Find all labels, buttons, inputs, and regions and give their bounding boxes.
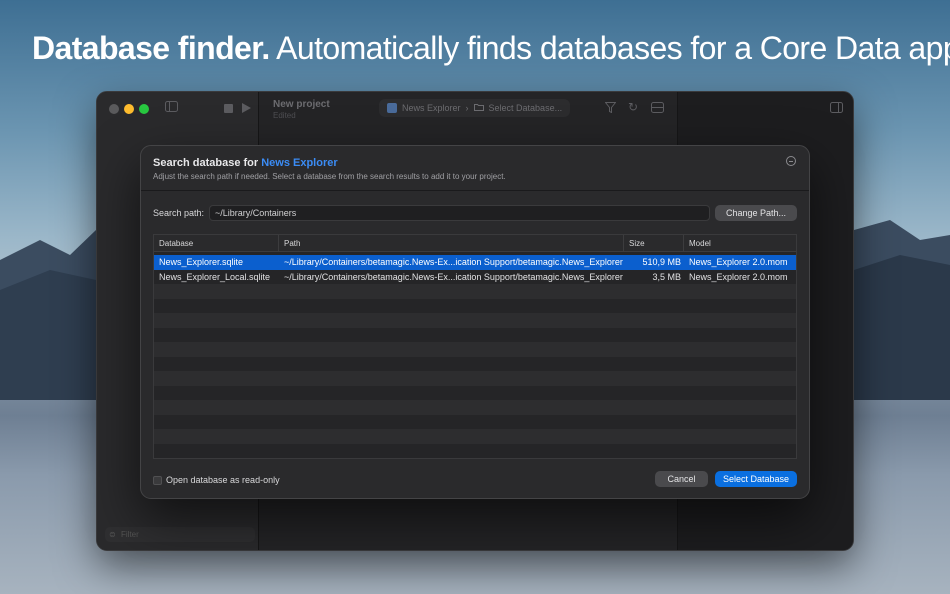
headline-bold: Database finder.	[32, 30, 270, 66]
search-path-input[interactable]	[209, 205, 710, 221]
readonly-checkbox[interactable]	[153, 476, 162, 485]
empty-row	[154, 444, 796, 459]
column-header-model[interactable]: Model	[684, 235, 796, 252]
change-path-button[interactable]: Change Path...	[715, 205, 797, 221]
minimize-window-button[interactable]	[124, 104, 134, 114]
breadcrumb-app[interactable]: News Explorer	[402, 103, 461, 113]
cancel-button[interactable]: Cancel	[655, 471, 708, 487]
readonly-label[interactable]: Open database as read-only	[166, 475, 280, 485]
filter-circle-icon: ⊜	[109, 530, 116, 539]
select-database-button[interactable]: Select Database	[715, 471, 797, 487]
chevron-right-icon: ›	[465, 103, 469, 113]
column-header-size[interactable]: Size	[624, 235, 684, 252]
empty-row	[154, 313, 796, 328]
search-path-label: Search path:	[153, 208, 205, 218]
empty-row	[154, 400, 796, 415]
app-icon	[387, 103, 397, 113]
sheet-description: Adjust the search path if needed. Select…	[153, 172, 506, 181]
empty-row	[154, 299, 796, 314]
sheet-header: Search database for News Explorer Adjust…	[141, 146, 809, 191]
sidebar-toggle-icon[interactable]	[165, 101, 178, 115]
refresh-icon[interactable]: ↻	[628, 100, 638, 114]
filter-placeholder: Filter	[121, 530, 139, 539]
cell-path: ~/Library/Containers/betamagic.News-Ex..…	[284, 257, 623, 267]
project-title: New project	[273, 99, 330, 110]
search-database-sheet: Search database for News Explorer Adjust…	[140, 145, 810, 499]
results-table[interactable]: Database Path Size Model News_Explorer.s…	[153, 234, 797, 459]
cell-database: News_Explorer.sqlite	[159, 257, 244, 267]
empty-row	[154, 342, 796, 357]
dismiss-icon[interactable]	[786, 156, 796, 166]
sheet-title-prefix: Search database for	[153, 157, 259, 169]
breadcrumb-page[interactable]: Select Database...	[489, 103, 563, 113]
sheet-title: Search database for News Explorer	[153, 157, 338, 169]
zoom-window-button[interactable]	[139, 104, 149, 114]
table-row[interactable]: News_Explorer.sqlite ~/Library/Container…	[154, 255, 796, 270]
cell-size: 510,9 MB	[642, 257, 681, 267]
cell-model: News_Explorer 2.0.mom	[689, 271, 788, 282]
play-icon[interactable]	[242, 102, 251, 116]
table-header: Database Path Size Model	[154, 235, 796, 252]
layout-icon[interactable]	[651, 102, 664, 116]
table-row[interactable]: News_Explorer_Local.sqlite ~/Library/Con…	[154, 270, 796, 285]
filter-icon[interactable]	[604, 102, 617, 116]
column-header-path[interactable]: Path	[279, 235, 624, 252]
filter-input[interactable]: ⊜ Filter	[105, 527, 255, 542]
cell-size: 3,5 MB	[652, 271, 681, 282]
sheet-title-app: News Explorer	[261, 157, 338, 169]
close-window-button[interactable]	[109, 104, 119, 114]
empty-row	[154, 328, 796, 343]
empty-row	[154, 386, 796, 401]
headline: Database finder. Automatically finds dat…	[32, 30, 950, 67]
breadcrumb[interactable]: News Explorer › Select Database...	[379, 99, 571, 117]
empty-row	[154, 284, 796, 299]
column-header-database[interactable]: Database	[154, 235, 279, 252]
empty-row	[154, 357, 796, 372]
table-rows: News_Explorer.sqlite ~/Library/Container…	[154, 255, 796, 458]
project-status: Edited	[273, 111, 296, 120]
empty-row	[154, 429, 796, 444]
cell-path: ~/Library/Containers/betamagic.News-Ex..…	[284, 271, 623, 282]
headline-text: Automatically finds databases for a Core…	[276, 30, 950, 66]
inspector-toggle-icon[interactable]	[830, 102, 843, 116]
stop-icon[interactable]	[224, 102, 233, 116]
cell-model: News_Explorer 2.0.mom	[689, 257, 788, 267]
cell-database: News_Explorer_Local.sqlite	[159, 271, 271, 282]
folder-icon	[473, 103, 484, 113]
empty-row	[154, 371, 796, 386]
empty-row	[154, 415, 796, 430]
